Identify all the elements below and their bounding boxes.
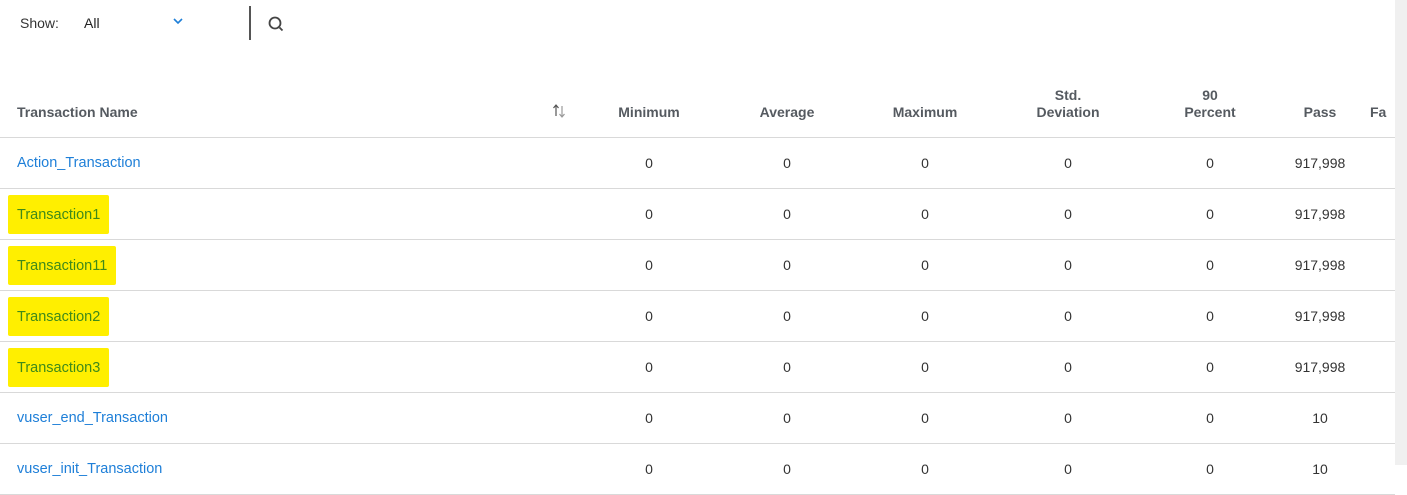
show-label: Show: bbox=[20, 15, 59, 31]
cell-pass: 917,998 bbox=[1278, 239, 1362, 291]
header-pass[interactable]: Pass bbox=[1278, 56, 1362, 138]
cell-p90: 0 bbox=[1142, 188, 1278, 240]
cell-minimum: 0 bbox=[580, 137, 718, 189]
cell-maximum: 0 bbox=[856, 443, 994, 495]
cell-average: 0 bbox=[718, 392, 856, 444]
cell-average: 0 bbox=[718, 239, 856, 291]
show-filter-select[interactable]: All bbox=[84, 13, 194, 35]
header-std-deviation[interactable]: Std. Deviation bbox=[994, 56, 1142, 138]
header-std-line1: Std. bbox=[1054, 87, 1082, 103]
cell-pass: 917,998 bbox=[1278, 137, 1362, 189]
cell-minimum: 0 bbox=[580, 290, 718, 342]
show-filter-value: All bbox=[84, 15, 100, 31]
cell-maximum: 0 bbox=[856, 290, 994, 342]
toolbar: Show: All bbox=[0, 0, 1395, 50]
table-row: Transaction3 0 0 0 0 0 917,998 bbox=[0, 341, 1395, 393]
chevron-down-icon bbox=[173, 18, 183, 25]
cell-minimum: 0 bbox=[580, 239, 718, 291]
table-row: Transaction1 0 0 0 0 0 917,998 bbox=[0, 188, 1395, 240]
header-minimum[interactable]: Minimum bbox=[580, 56, 718, 138]
cell-p90: 0 bbox=[1142, 290, 1278, 342]
cell-pass: 917,998 bbox=[1278, 290, 1362, 342]
cell-maximum: 0 bbox=[856, 341, 994, 393]
cell-std: 0 bbox=[994, 137, 1142, 189]
cell-fail bbox=[1362, 290, 1395, 342]
cell-maximum: 0 bbox=[856, 392, 994, 444]
cell-std: 0 bbox=[994, 341, 1142, 393]
transaction-name-cell: Transaction3 bbox=[0, 341, 580, 393]
header-90-percent[interactable]: 90 Percent bbox=[1142, 56, 1278, 138]
cell-pass: 10 bbox=[1278, 392, 1362, 444]
transaction-link[interactable]: Transaction3 bbox=[8, 347, 110, 387]
cell-maximum: 0 bbox=[856, 137, 994, 189]
transaction-link[interactable]: Action_Transaction bbox=[8, 150, 150, 176]
cell-fail bbox=[1362, 188, 1395, 240]
cell-p90: 0 bbox=[1142, 137, 1278, 189]
cell-p90: 0 bbox=[1142, 392, 1278, 444]
table-header-row: Transaction Name Minimum Average Maximum… bbox=[0, 56, 1395, 138]
cell-average: 0 bbox=[718, 443, 856, 495]
transaction-name-cell: Action_Transaction bbox=[0, 137, 580, 189]
header-std-line2: Deviation bbox=[1036, 104, 1100, 120]
cell-average: 0 bbox=[718, 188, 856, 240]
table-row: vuser_init_Transaction 0 0 0 0 0 10 bbox=[0, 443, 1395, 495]
cell-minimum: 0 bbox=[580, 443, 718, 495]
cell-p90: 0 bbox=[1142, 341, 1278, 393]
transaction-link[interactable]: Transaction1 bbox=[8, 194, 110, 234]
cell-average: 0 bbox=[718, 290, 856, 342]
header-transaction-name[interactable]: Transaction Name bbox=[0, 56, 580, 138]
transaction-name-cell: Transaction11 bbox=[0, 239, 580, 291]
cell-fail bbox=[1362, 239, 1395, 291]
sort-arrows-icon[interactable] bbox=[551, 103, 567, 119]
transaction-name-cell: vuser_end_Transaction bbox=[0, 392, 580, 444]
cell-minimum: 0 bbox=[580, 341, 718, 393]
cell-minimum: 0 bbox=[580, 392, 718, 444]
cell-std: 0 bbox=[994, 239, 1142, 291]
cell-maximum: 0 bbox=[856, 239, 994, 291]
table-row: Transaction11 0 0 0 0 0 917,998 bbox=[0, 239, 1395, 291]
vertical-scrollbar[interactable] bbox=[1395, 0, 1407, 465]
header-p90-line2: Percent bbox=[1184, 104, 1236, 120]
cell-fail bbox=[1362, 392, 1395, 444]
header-fail[interactable]: Fa bbox=[1362, 56, 1395, 138]
table-row: Action_Transaction 0 0 0 0 0 917,998 bbox=[0, 137, 1395, 189]
transactions-table: Transaction Name Minimum Average Maximum… bbox=[0, 56, 1395, 495]
search-icon[interactable] bbox=[266, 13, 290, 37]
cell-p90: 0 bbox=[1142, 239, 1278, 291]
cell-maximum: 0 bbox=[856, 188, 994, 240]
cell-fail bbox=[1362, 341, 1395, 393]
header-transaction-name-label: Transaction Name bbox=[17, 104, 138, 120]
header-maximum[interactable]: Maximum bbox=[856, 56, 994, 138]
cell-std: 0 bbox=[994, 392, 1142, 444]
transaction-name-cell: vuser_init_Transaction bbox=[0, 443, 580, 495]
transaction-name-cell: Transaction1 bbox=[0, 188, 580, 240]
table-row: Transaction2 0 0 0 0 0 917,998 bbox=[0, 290, 1395, 342]
header-p90-line1: 90 bbox=[1202, 87, 1218, 103]
cell-average: 0 bbox=[718, 341, 856, 393]
transaction-link[interactable]: Transaction2 bbox=[8, 296, 110, 336]
cell-std: 0 bbox=[994, 443, 1142, 495]
transaction-link[interactable]: vuser_end_Transaction bbox=[8, 405, 177, 431]
cell-average: 0 bbox=[718, 137, 856, 189]
transaction-link[interactable]: Transaction11 bbox=[8, 245, 117, 285]
header-average[interactable]: Average bbox=[718, 56, 856, 138]
cell-fail bbox=[1362, 443, 1395, 495]
table-row: vuser_end_Transaction 0 0 0 0 0 10 bbox=[0, 392, 1395, 444]
cell-p90: 0 bbox=[1142, 443, 1278, 495]
cell-pass: 10 bbox=[1278, 443, 1362, 495]
cell-pass: 917,998 bbox=[1278, 341, 1362, 393]
cell-std: 0 bbox=[994, 290, 1142, 342]
transaction-link[interactable]: vuser_init_Transaction bbox=[8, 456, 171, 482]
cell-minimum: 0 bbox=[580, 188, 718, 240]
toolbar-divider bbox=[249, 6, 251, 40]
cell-pass: 917,998 bbox=[1278, 188, 1362, 240]
transaction-name-cell: Transaction2 bbox=[0, 290, 580, 342]
cell-fail bbox=[1362, 137, 1395, 189]
cell-std: 0 bbox=[994, 188, 1142, 240]
